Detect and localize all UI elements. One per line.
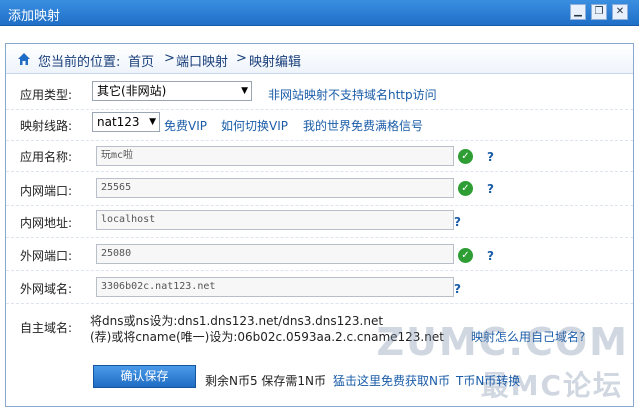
free-vip-link[interactable]: 免费VIP bbox=[164, 117, 207, 134]
breadcrumb-mapping-edit: 映射编辑 bbox=[249, 55, 302, 70]
app-type-note: 非网站映射不支持域名http访问 bbox=[268, 88, 437, 102]
app-name-label: 应用名称: bbox=[20, 150, 73, 164]
save-button[interactable]: 确认保存 bbox=[93, 365, 196, 388]
row-wan-domain: 外网域名: 3306b02c.nat123.net ? bbox=[6, 272, 633, 304]
switch-vip-link[interactable]: 如何切换VIP bbox=[221, 117, 288, 134]
window-title: 添加映射 bbox=[8, 9, 61, 24]
free-ncoin-link[interactable]: 猛击这里免费获取N币 bbox=[333, 372, 450, 389]
watermark-domain: ZUMC.COM bbox=[376, 320, 629, 364]
lan-addr-input[interactable]: localhost bbox=[96, 210, 454, 230]
restore-button[interactable]: ❐ bbox=[591, 4, 607, 20]
row-lan-addr: 内网地址: localhost ? bbox=[6, 206, 633, 238]
check-icon: ✓ bbox=[458, 149, 473, 164]
lan-port-input[interactable]: 25565 bbox=[96, 178, 454, 198]
lan-addr-label: 内网地址: bbox=[20, 216, 73, 230]
own-domain-label: 自主域名: bbox=[20, 321, 73, 335]
row-lan-port: 内网端口: 25565 ✓ ? bbox=[6, 174, 633, 206]
breadcrumb-prefix: 您当前的位置: bbox=[38, 55, 121, 70]
wan-port-input[interactable]: 25080 bbox=[96, 244, 454, 264]
balance-text: 剩余N币5 保存需1N币 bbox=[205, 374, 327, 388]
app-name-input[interactable]: 玩mc啦 bbox=[96, 146, 454, 166]
title-bar: 添加映射 ▁ ❐ ✕ bbox=[0, 0, 639, 26]
chevron-down-icon: ▼ bbox=[149, 117, 156, 127]
wan-domain-input[interactable]: 3306b02c.nat123.net bbox=[96, 277, 454, 297]
row-wan-port: 外网端口: 25080 ✓ ? bbox=[6, 239, 633, 271]
breadcrumb: 您当前的位置: 首页 > 端口映射 > 映射编辑 bbox=[6, 45, 633, 74]
minecraft-signal-link[interactable]: 我的世界免费满格信号 bbox=[303, 117, 423, 134]
own-domain-dns-line: 将dns或ns设为:dns1.dns123.net/dns3.dns123.ne… bbox=[90, 314, 384, 328]
line-value: nat123 bbox=[97, 115, 140, 129]
close-button[interactable]: ✕ bbox=[612, 4, 628, 20]
lan-port-label: 内网端口: bbox=[20, 184, 73, 198]
row-app-name: 应用名称: 玩mc啦 ✓ ? bbox=[6, 140, 633, 172]
breadcrumb-home[interactable]: 首页 bbox=[128, 51, 154, 70]
chevron-down-icon: ▼ bbox=[241, 86, 248, 96]
row-line: 映射线路: nat123 ▼ 免费VIP 如何切换VIP 我的世界免费满格信号 bbox=[6, 109, 633, 141]
check-icon: ✓ bbox=[458, 248, 473, 263]
app-type-value: 其它(非网站) bbox=[97, 84, 167, 98]
help-icon[interactable]: ? bbox=[454, 282, 461, 296]
minimize-button[interactable]: ▁ bbox=[570, 4, 586, 20]
help-icon[interactable]: ? bbox=[454, 215, 461, 229]
wan-domain-label: 外网域名: bbox=[20, 282, 73, 296]
line-select[interactable]: nat123 ▼ bbox=[92, 112, 160, 132]
app-type-select[interactable]: 其它(非网站) ▼ bbox=[92, 81, 252, 101]
breadcrumb-port-mapping[interactable]: 端口映射 bbox=[176, 51, 228, 70]
wan-port-label: 外网端口: bbox=[20, 249, 73, 263]
line-label: 映射线路: bbox=[20, 119, 73, 133]
help-icon[interactable]: ? bbox=[487, 249, 494, 263]
check-icon: ✓ bbox=[458, 181, 473, 196]
help-icon[interactable]: ? bbox=[487, 182, 494, 196]
breadcrumb-sep-1: > bbox=[164, 51, 175, 66]
coin-convert-link[interactable]: T币N币转换 bbox=[456, 372, 520, 389]
breadcrumb-sep-2: > bbox=[236, 51, 247, 66]
home-icon bbox=[18, 53, 30, 65]
help-icon[interactable]: ? bbox=[487, 150, 494, 164]
app-type-label: 应用类型: bbox=[20, 88, 73, 102]
row-app-type: 应用类型: 其它(非网站) ▼ 非网站映射不支持域名http访问 bbox=[6, 78, 633, 110]
